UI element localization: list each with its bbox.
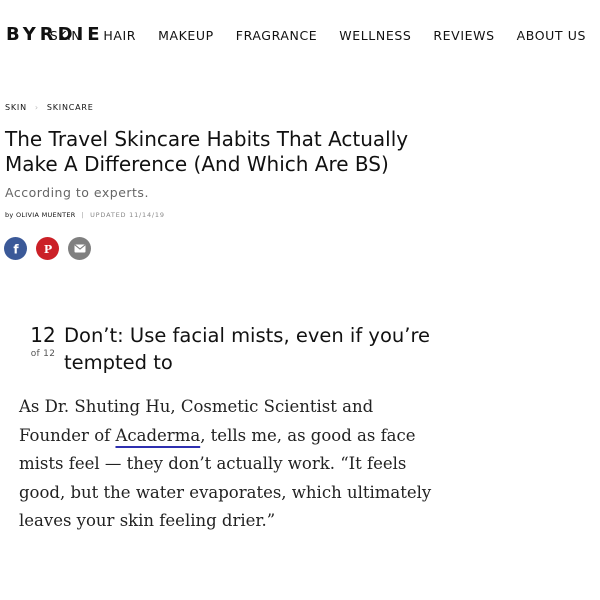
pinterest-share-button[interactable]: P — [36, 237, 59, 260]
slide-title: Don’t: Use facial mists, even if you’re … — [64, 324, 431, 374]
share-bar: f P — [4, 237, 91, 260]
nav-item-makeup[interactable]: MAKEUP — [158, 28, 214, 43]
svg-text:P: P — [43, 243, 51, 255]
facebook-icon: f — [13, 243, 19, 255]
slide-body: As Dr. Shuting Hu, Cosmetic Scientist an… — [19, 393, 439, 536]
acaderma-link[interactable]: Acaderma — [115, 426, 200, 445]
slide-counter: 12 of 12 — [25, 324, 61, 359]
breadcrumb: SKIN › SKINCARE — [5, 103, 94, 112]
slide-total: of 12 — [30, 349, 56, 359]
nav-menu: SKIN HAIR MAKEUP FRAGRANCE WELLNESS REVI… — [50, 28, 586, 43]
article-title: The Travel Skincare Habits That Actually… — [5, 127, 409, 176]
author-link[interactable]: OLIVIA MUENTER — [16, 211, 76, 219]
nav-item-reviews[interactable]: REVIEWS — [433, 28, 494, 43]
breadcrumb-skin[interactable]: SKIN — [5, 103, 27, 112]
facebook-share-button[interactable]: f — [4, 237, 27, 260]
email-share-button[interactable] — [68, 237, 91, 260]
nav-item-skin[interactable]: SKIN — [50, 28, 82, 43]
byline-prefix: by — [5, 211, 14, 219]
nav-item-wellness[interactable]: WELLNESS — [339, 28, 411, 43]
nav-item-fragrance[interactable]: FRAGRANCE — [236, 28, 318, 43]
breadcrumb-chevron-icon: › — [34, 103, 39, 112]
byline-divider: | — [81, 211, 85, 219]
article-subtitle: According to experts. — [5, 185, 149, 200]
breadcrumb-skincare[interactable]: SKINCARE — [47, 103, 94, 112]
nav-item-hair[interactable]: HAIR — [103, 28, 136, 43]
top-nav: BYRDIE SKIN HAIR MAKEUP FRAGRANCE WELLNE… — [0, 0, 600, 72]
pinterest-icon: P — [43, 243, 51, 255]
slide-number: 12 — [30, 323, 56, 347]
nav-item-about-us[interactable]: ABOUT US — [517, 28, 586, 43]
email-icon — [73, 244, 86, 253]
byline: by OLIVIA MUENTER | UPDATED 11/14/19 — [5, 211, 165, 219]
svg-text:f: f — [13, 243, 19, 255]
updated-date: UPDATED 11/14/19 — [90, 211, 165, 219]
